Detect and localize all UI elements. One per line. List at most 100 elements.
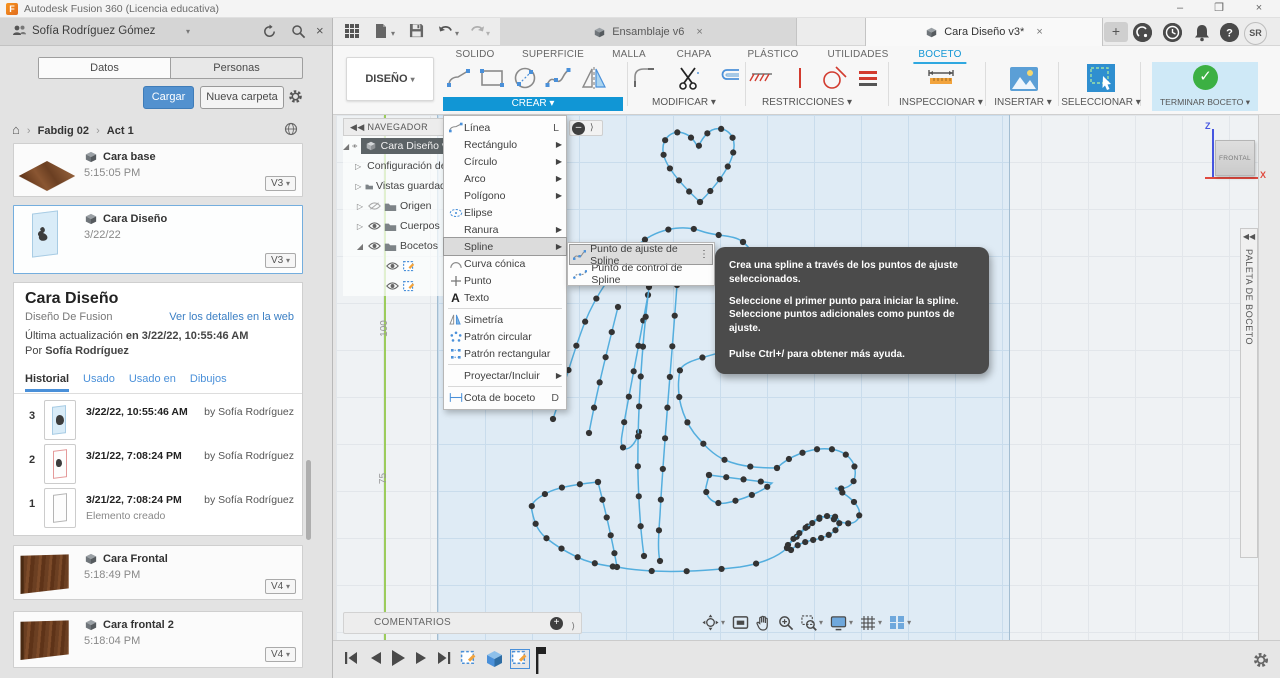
finish-sketch-button[interactable]: ✓ TERMINAR BOCETO ▾	[1152, 62, 1258, 111]
breadcrumb-folder[interactable]: Fabdig 02	[38, 125, 89, 137]
chevron-down-icon[interactable]: ▾	[186, 27, 190, 36]
collapse-left-icon[interactable]: ◀◀	[350, 122, 368, 132]
timeline-play-icon[interactable]	[391, 649, 406, 667]
eye-off-icon[interactable]	[368, 201, 381, 211]
mirror-tool-icon[interactable]	[581, 65, 607, 91]
spline-tool-icon[interactable]	[545, 65, 571, 91]
tab-close-icon[interactable]: ×	[696, 26, 702, 38]
timeline-extrude-feature[interactable]	[485, 650, 503, 668]
item-card-cara-frontal[interactable]: Cara Frontal 5:18:49 PM V4 ▾	[13, 545, 303, 600]
menu-item-cota-de-boceto[interactable]: Cota de boceto D	[444, 389, 566, 406]
workspace-selector[interactable]: DISEÑO ▾	[346, 57, 434, 101]
ribbon-tab-chapa[interactable]: CHAPA	[672, 48, 717, 62]
crear-group-button[interactable]: CREAR ▾	[443, 97, 623, 111]
menu-item-linea[interactable]: Línea L	[444, 119, 566, 136]
document-tab-cara-diseno[interactable]: Cara Diseño v3* ×	[865, 18, 1103, 46]
tab-close-icon[interactable]: ×	[1036, 26, 1042, 38]
add-comment-icon[interactable]: +	[550, 617, 563, 630]
vertical-constraint-icon[interactable]	[787, 65, 813, 91]
browser-row-settings[interactable]: ▷ Configuración del documento	[343, 156, 457, 176]
expand-arrow-icon[interactable]: ⟩	[571, 616, 575, 636]
fillet-tool-icon[interactable]	[632, 65, 658, 91]
fix-constraint-icon[interactable]	[749, 65, 775, 91]
tab-usado[interactable]: Usado	[83, 373, 115, 392]
globe-icon[interactable]	[284, 122, 298, 136]
zoom-icon[interactable]	[778, 615, 794, 631]
eye-icon[interactable]	[368, 241, 381, 251]
panel-close-icon[interactable]: ×	[316, 23, 324, 38]
eye-icon[interactable]	[386, 281, 399, 291]
menu-item-proyectar-incluir[interactable]: Proyectar/Incluir ▶	[444, 367, 566, 384]
tab-datos[interactable]: Datos	[39, 58, 171, 78]
modificar-group-button[interactable]: MODIFICAR ▾	[652, 97, 716, 108]
search-icon[interactable]	[291, 24, 306, 39]
item-card-cara-base[interactable]: Cara base 5:15:05 PM V3 ▾	[13, 143, 303, 197]
collapse-left-icon[interactable]: ◀◀	[1241, 229, 1257, 241]
menu-item-arco[interactable]: Arco ▶	[444, 170, 566, 187]
menu-item-rectangulo[interactable]: Rectángulo ▶	[444, 136, 566, 153]
eye-icon[interactable]	[352, 141, 358, 151]
save-icon[interactable]	[409, 23, 424, 38]
notifications-bell-icon[interactable]	[1193, 23, 1211, 42]
version-badge[interactable]: V4 ▾	[264, 647, 296, 662]
breadcrumb-current[interactable]: Act 1	[107, 125, 134, 137]
ribbon-tab-boceto[interactable]: BOCETO	[913, 48, 967, 64]
pan-hand-icon[interactable]	[756, 615, 771, 631]
tab-dibujos[interactable]: Dibujos	[190, 373, 227, 392]
home-icon[interactable]: ⌂	[12, 122, 20, 137]
sketch-palette-collapsed[interactable]: ◀◀ PALETA DE BOCETO	[1240, 228, 1258, 558]
expanded-icon[interactable]: ◢	[343, 142, 349, 151]
tab-historial[interactable]: Historial	[25, 373, 70, 392]
timeline-go-end-icon[interactable]	[437, 651, 452, 665]
file-menu-icon[interactable]	[374, 23, 388, 39]
upload-button[interactable]: Cargar	[143, 86, 194, 109]
rectangle-tool-icon[interactable]	[479, 65, 505, 91]
new-tab-button[interactable]: +	[1104, 22, 1128, 42]
orbit-icon[interactable]: ▾	[702, 614, 725, 631]
job-status-clock-icon[interactable]	[1163, 23, 1182, 42]
eye-icon[interactable]	[368, 221, 381, 231]
new-folder-button[interactable]: Nueva carpeta	[200, 86, 284, 109]
history-row[interactable]: 2 3/21/22, 7:08:24 PM by Sofía Rodríguez	[14, 442, 302, 486]
submenu-item-control-point-spline[interactable]: Punto de control de Spline	[570, 262, 712, 286]
more-options-icon[interactable]: ⋮	[699, 249, 709, 260]
tab-personas[interactable]: Personas	[171, 58, 302, 78]
eye-icon[interactable]	[386, 261, 399, 271]
history-row[interactable]: 3 3/22/22, 10:55:46 AM by Sofía Rodrígue…	[14, 398, 302, 442]
zoom-window-icon[interactable]: ▾	[801, 614, 823, 631]
avatar[interactable]: SR	[1244, 22, 1267, 45]
timeline-step-forward-icon[interactable]	[415, 651, 428, 665]
timeline-settings-gear-icon[interactable]	[1253, 652, 1269, 668]
version-badge[interactable]: V4 ▾	[264, 579, 296, 594]
menu-item-patron-circular[interactable]: Patrón circular	[444, 328, 566, 345]
restricciones-group-button[interactable]: RESTRICCIONES ▾	[762, 97, 852, 108]
timeline-go-start-icon[interactable]	[344, 651, 359, 665]
seleccionar-group-button[interactable]: SELECCIONAR ▾	[1061, 97, 1141, 108]
browser-row-root[interactable]: ◢ Cara Diseño v3	[343, 136, 457, 156]
timeline-position-marker[interactable]	[533, 646, 547, 674]
display-settings-icon[interactable]: ▾	[830, 615, 853, 631]
help-icon[interactable]: ?	[1220, 23, 1239, 42]
extensions-icon[interactable]	[1133, 23, 1152, 42]
caret-down-icon[interactable]: ▾	[391, 29, 395, 38]
offset-tool-icon[interactable]	[717, 65, 743, 91]
collapsed-icon[interactable]: ▷	[355, 202, 365, 211]
document-tab-ensamblaje[interactable]: Ensamblaje v6 ×	[500, 18, 797, 46]
ribbon-tab-plastico[interactable]: PLÁSTICO	[742, 48, 803, 62]
line-tool-icon[interactable]	[446, 65, 472, 91]
equal-constraint-icon[interactable]	[855, 65, 881, 91]
menu-item-punto[interactable]: Punto	[444, 272, 566, 289]
menu-item-circulo[interactable]: Círculo ▶	[444, 153, 566, 170]
version-badge[interactable]: V3 ▾	[264, 176, 296, 191]
circle-tool-icon[interactable]	[512, 65, 538, 91]
viewcube[interactable]: FRONTAL	[1215, 140, 1255, 176]
ribbon-tab-superficie[interactable]: SUPERFICIE	[517, 48, 589, 62]
timeline-step-back-icon[interactable]	[369, 651, 382, 665]
collapsed-icon[interactable]: ▷	[355, 182, 362, 191]
version-badge[interactable]: V3 ▾	[264, 253, 296, 268]
grid-settings-icon[interactable]: ▾	[860, 615, 882, 631]
menu-item-curva-conica[interactable]: Curva cónica	[444, 255, 566, 272]
collapsed-group-pill[interactable]: – ⟩	[569, 120, 603, 136]
measure-ruler-icon[interactable]	[927, 65, 954, 91]
browser-row-named-views[interactable]: ▷ Vistas guardadas	[343, 176, 457, 196]
